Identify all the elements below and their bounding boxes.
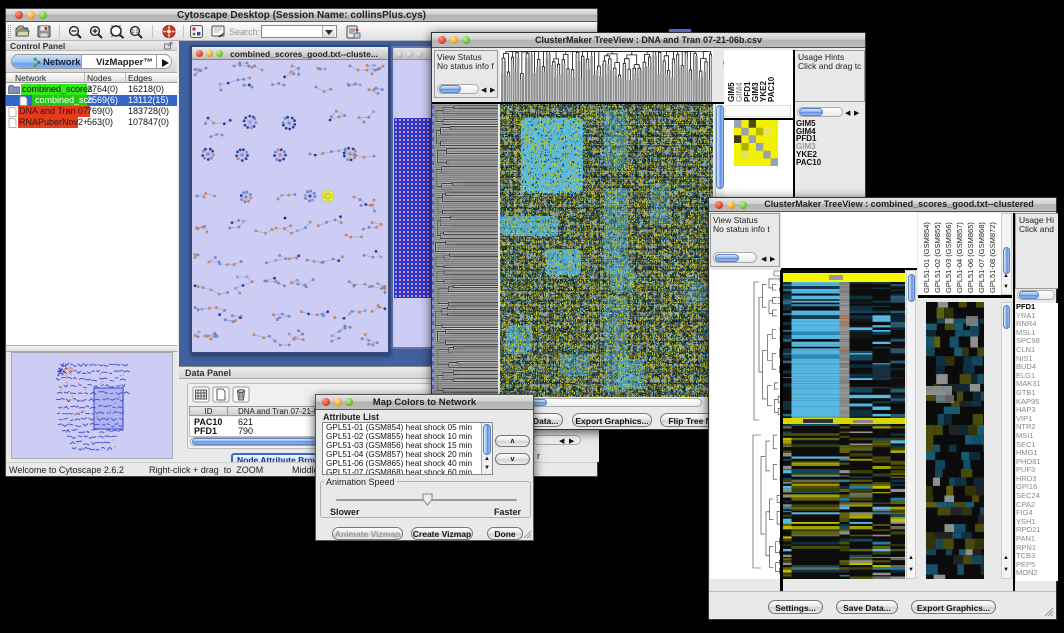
svg-text:GPL51-04 (GSM857): GPL51-04 (GSM857)	[955, 222, 964, 293]
svg-text:GPL51-03 (GSM856): GPL51-03 (GSM856)	[944, 222, 953, 293]
svg-text:GPL51-01 (GSM854): GPL51-01 (GSM854)	[922, 222, 931, 293]
svg-text:GPL51-08 (GSM872): GPL51-08 (GSM872)	[988, 222, 997, 293]
svg-text:GPL51-07 (GSM868): GPL51-07 (GSM868)	[977, 222, 986, 293]
svg-text:PAC10: PAC10	[767, 76, 776, 102]
svg-text:1:1: 1:1	[132, 29, 139, 35]
svg-text:GPL51-06 (GSM865): GPL51-06 (GSM865)	[966, 222, 975, 293]
svg-text:GPL51-02 (GSM855): GPL51-02 (GSM855)	[933, 222, 942, 293]
